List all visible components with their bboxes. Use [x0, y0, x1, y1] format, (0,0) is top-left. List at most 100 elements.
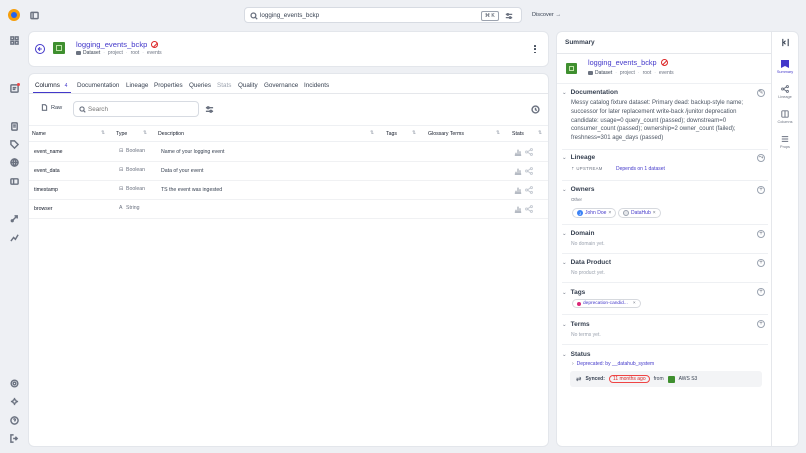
summary-entity-name[interactable]: logging_events_bckp — [588, 58, 657, 67]
lineage-text[interactable]: Depends on 1 dataset — [616, 166, 665, 172]
more-options-icon[interactable] — [534, 45, 536, 53]
rail-item-props[interactable]: Props — [775, 135, 795, 149]
add-domain-button[interactable]: + — [757, 230, 765, 238]
table-row[interactable]: event_data ⊟ Boolean Data of your event — [29, 162, 548, 181]
stats-bar-icon[interactable] — [514, 186, 522, 194]
chevron-right-icon: › — [572, 361, 574, 367]
tab-governance[interactable]: Governance — [264, 82, 298, 89]
rail-item-columns[interactable]: Columns — [775, 110, 795, 124]
add-tag-button[interactable]: + — [757, 288, 765, 296]
entity-type: Dataset — [83, 50, 101, 56]
table-row[interactable]: timestamp ⊟ Boolean TS the event was ing… — [29, 181, 548, 200]
add-term-button[interactable]: + — [757, 320, 765, 328]
sort-icon[interactable]: ⇅ — [143, 130, 147, 136]
documentation-section[interactable]: ⌄ Documentation — [562, 89, 618, 96]
sort-icon[interactable]: ⇅ — [370, 130, 374, 136]
filter-sliders-icon[interactable] — [205, 105, 214, 114]
lineage-icon[interactable] — [525, 186, 533, 194]
back-button[interactable] — [35, 44, 45, 54]
column-search-box[interactable] — [73, 101, 199, 117]
edit-documentation-button[interactable]: ✎ — [757, 89, 765, 97]
tab-properties[interactable]: Properties — [154, 82, 183, 89]
discover-label: Discover — [532, 12, 554, 18]
header-description[interactable]: Description — [158, 131, 184, 137]
summary-breadcrumb-project[interactable]: project — [620, 70, 635, 76]
breadcrumb-root[interactable]: root — [131, 50, 140, 56]
data-product-section[interactable]: ⌄ Data Product — [562, 259, 611, 266]
breadcrumb-events[interactable]: events — [147, 50, 162, 56]
lineage-icon[interactable] — [525, 148, 533, 156]
breadcrumb-project[interactable]: project — [108, 50, 123, 56]
sort-icon[interactable]: ⇅ — [101, 130, 105, 136]
global-search-input[interactable] — [260, 10, 460, 21]
owner-pill-datahub[interactable]: DataHub × — [618, 208, 661, 218]
lineage-icon[interactable] — [525, 205, 533, 213]
stats-bar-icon[interactable] — [514, 167, 522, 175]
app-logo[interactable] — [8, 9, 20, 21]
owners-section[interactable]: ⌄ Owners — [562, 186, 594, 193]
raw-toggle-button[interactable]: Raw — [41, 104, 62, 111]
gear-icon[interactable] — [10, 397, 19, 406]
header-stats[interactable]: Stats — [512, 131, 524, 137]
tag-pill[interactable]: deprecation-candid... × — [572, 299, 641, 308]
terms-section[interactable]: ⌄ Terms — [562, 321, 590, 328]
domain-section[interactable]: ⌄ Domain — [562, 230, 594, 237]
table-row[interactable]: event_name ⊟ Boolean Name of your loggin… — [29, 143, 548, 162]
upstream-badge: ⇡ UPSTREAM — [571, 166, 603, 171]
stats-bar-icon[interactable] — [514, 205, 522, 213]
tab-documentation[interactable]: Documentation — [77, 82, 119, 89]
globe-icon[interactable] — [10, 158, 19, 167]
search-filter-icon[interactable] — [505, 12, 513, 20]
header-name[interactable]: Name — [32, 131, 46, 137]
glossary-icon[interactable] — [10, 122, 19, 131]
lineage-title: Lineage — [570, 154, 596, 161]
data-products-icon[interactable] — [10, 177, 19, 186]
dataset-icon — [588, 71, 593, 75]
header-tags[interactable]: Tags — [386, 131, 397, 137]
tab-stats[interactable]: Stats — [217, 82, 231, 89]
remove-owner-icon[interactable]: × — [653, 210, 656, 216]
table-row[interactable]: browser A String — [29, 200, 548, 219]
sort-icon[interactable]: ⇅ — [538, 130, 542, 136]
tab-queries[interactable]: Queries — [189, 82, 211, 89]
stats-bar-icon[interactable] — [514, 148, 522, 156]
open-lineage-button[interactable]: ⤳ — [757, 154, 765, 162]
settings-icon[interactable] — [10, 379, 19, 388]
tag-icon[interactable] — [10, 140, 19, 149]
global-search-bar[interactable]: ⌘ K — [244, 7, 522, 23]
column-search-input[interactable] — [88, 104, 188, 115]
sidebar-toggle-icon[interactable] — [30, 11, 39, 20]
owner-pill-john-doe[interactable]: J John Doe × — [572, 208, 617, 218]
tab-incidents[interactable]: Incidents — [304, 82, 329, 89]
home-grid-icon[interactable] — [10, 36, 19, 45]
tab-quality[interactable]: Quality — [238, 82, 258, 89]
status-section[interactable]: ⌄ Status — [562, 351, 590, 358]
deprecation-row[interactable]: › Deprecated: by __datahub_system — [572, 361, 654, 367]
logout-icon[interactable] — [10, 434, 19, 443]
add-data-product-button[interactable]: + — [757, 259, 765, 267]
add-owner-button[interactable]: + — [757, 186, 765, 194]
rail-item-summary[interactable]: Summary — [775, 60, 795, 74]
sort-icon[interactable]: ⇅ — [496, 130, 500, 136]
history-icon[interactable] — [531, 105, 540, 114]
ingestion-icon[interactable] — [10, 214, 19, 223]
summary-breadcrumb-events[interactable]: events — [659, 70, 674, 76]
summary-breadcrumb-root[interactable]: root — [643, 70, 652, 76]
lineage-section[interactable]: ⌄ Lineage — [562, 154, 595, 161]
header-type[interactable]: Type — [116, 131, 127, 137]
rail-item-lineage[interactable]: Lineage — [775, 85, 795, 99]
header-glossary-terms[interactable]: Glossary Terms — [428, 131, 464, 137]
sort-icon[interactable]: ⇅ — [412, 130, 416, 136]
remove-tag-icon[interactable]: × — [633, 301, 636, 306]
discover-link[interactable]: Discover → — [532, 12, 561, 18]
remove-owner-icon[interactable]: × — [608, 210, 611, 216]
lineage-icon[interactable] — [525, 167, 533, 175]
help-icon[interactable] — [10, 416, 19, 425]
close-panel-icon[interactable] — [781, 38, 790, 47]
tags-section[interactable]: ⌄ Tags — [562, 289, 585, 296]
tab-columns[interactable]: Columns 4 — [35, 82, 67, 89]
tab-lineage[interactable]: Lineage — [126, 82, 148, 89]
analytics-icon[interactable] — [10, 233, 19, 242]
notification-dot — [17, 83, 20, 86]
entity-name[interactable]: logging_events_bckp — [76, 40, 147, 49]
